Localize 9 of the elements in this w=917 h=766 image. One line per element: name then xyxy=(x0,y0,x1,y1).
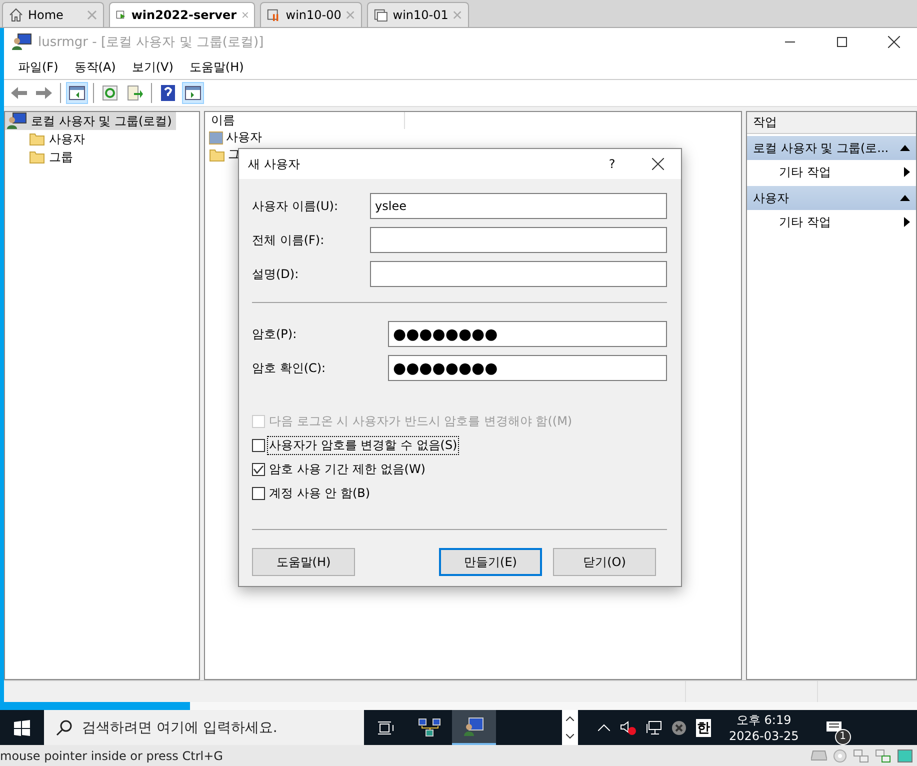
field-label: 암호(P): xyxy=(252,326,298,342)
window-title: lusrmgr - [로컬 사용자 및 그룹(로컬)] xyxy=(38,34,265,51)
status-text: mouse pointer inside or press Ctrl+G xyxy=(0,748,223,762)
dialog-title: 새 사용자 xyxy=(248,156,301,172)
field-label: 전체 이름(F): xyxy=(252,232,326,248)
actions-header: 작업 xyxy=(747,112,916,134)
field-label: 설명(D): xyxy=(252,266,300,282)
field-label: 암호 확인(C): xyxy=(252,360,327,376)
field-label: 사용자 이름(U): xyxy=(252,198,340,214)
